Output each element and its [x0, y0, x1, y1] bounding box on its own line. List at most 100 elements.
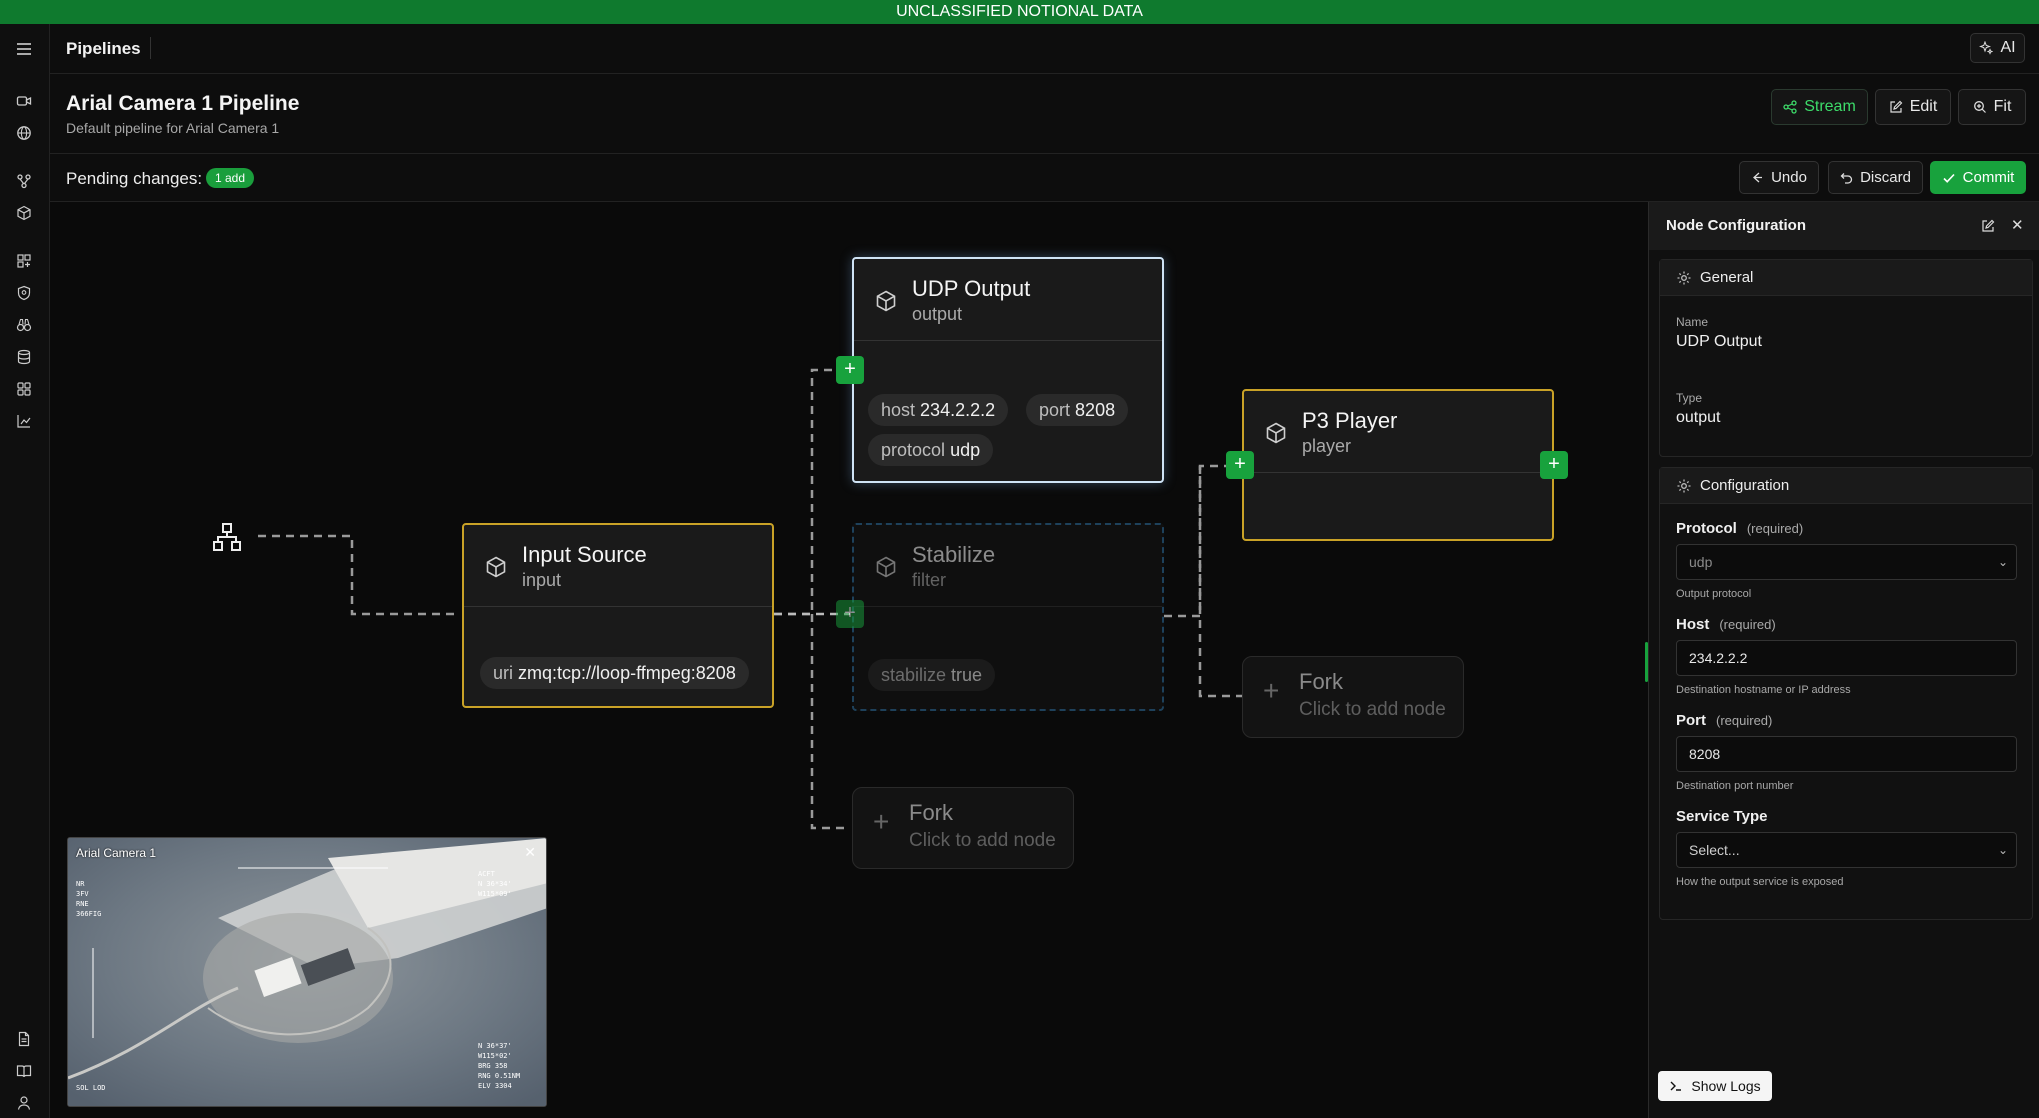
stream-button[interactable]: Stream	[1771, 89, 1868, 125]
title-divider	[150, 37, 151, 59]
preview-title: Arial Camera 1	[76, 846, 157, 860]
node-title: Input Source	[522, 542, 647, 567]
fork-subtitle: Click to add node	[909, 830, 1056, 851]
svg-text:NR: NR	[76, 880, 85, 888]
host-label-text: Host	[1676, 616, 1710, 633]
undo-button[interactable]: Undo	[1739, 161, 1819, 194]
fork-subtitle: Click to add node	[1299, 699, 1446, 720]
binoculars-icon[interactable]	[13, 314, 35, 336]
add-input-button[interactable]: +	[836, 600, 864, 628]
node-type: player	[1302, 436, 1352, 456]
section-header[interactable]: Configuration	[1660, 468, 2032, 504]
node-udp-output[interactable]: UDP Output output host 234.2.2.2 port 82…	[852, 257, 1164, 483]
port-value: 8208	[1689, 746, 1721, 762]
edit-icon[interactable]	[1981, 219, 1995, 233]
fork-add-node[interactable]: + Fork Click to add node	[1242, 656, 1464, 738]
fork-title: Fork	[1299, 669, 1343, 694]
svg-text:RNG 0.51NM: RNG 0.51NM	[478, 1072, 520, 1080]
pending-changes-bar: Pending changes: 1 add Undo Discard Comm…	[50, 154, 2039, 202]
camera-icon[interactable]	[13, 90, 35, 112]
node-type: input	[522, 570, 562, 590]
network-source-icon[interactable]	[212, 522, 242, 552]
node-input-source[interactable]: Input Source input uri zmq:tcp://loop-ff…	[462, 523, 774, 708]
type-label: Type	[1676, 391, 1703, 405]
node-header: P3 Player player	[1244, 391, 1552, 473]
share-icon	[1783, 100, 1797, 114]
node-p3-player[interactable]: P3 Player player	[1242, 389, 1554, 541]
svg-text:N 36*37': N 36*37'	[478, 1042, 512, 1050]
apps-icon[interactable]	[13, 378, 35, 400]
fork-add-node[interactable]: + Fork Click to add node	[852, 787, 1074, 869]
node-title: P3 Player	[1302, 408, 1398, 433]
section-header[interactable]: General	[1660, 260, 2032, 296]
host-help: Destination hostname or IP address	[1676, 684, 1851, 696]
add-input-button[interactable]: +	[1226, 451, 1254, 479]
ai-label: AI	[2000, 39, 2016, 56]
service-type-select[interactable]: Select... ⌄	[1676, 832, 2017, 868]
svg-text:N 36*34': N 36*34'	[478, 880, 512, 888]
user-icon[interactable]	[13, 1092, 35, 1114]
discard-button[interactable]: Discard	[1828, 161, 1923, 194]
close-panel-icon[interactable]: ✕	[2011, 216, 2024, 234]
ai-button[interactable]: AI	[1970, 33, 2025, 63]
cube-icon[interactable]	[13, 202, 35, 224]
sparkle-icon	[1979, 41, 1994, 55]
svg-text:RNE: RNE	[76, 900, 89, 908]
prop-key: uri	[493, 663, 514, 683]
section-title: Configuration	[1700, 477, 1790, 494]
document-icon[interactable]	[13, 1028, 35, 1050]
chevron-down-icon: ⌄	[1997, 843, 2008, 857]
edit-icon	[1890, 100, 1903, 113]
analytics-icon[interactable]	[13, 410, 35, 432]
node-header: UDP Output output	[854, 259, 1162, 341]
close-preview-icon[interactable]: ✕	[524, 844, 536, 861]
svg-text:BRG 358: BRG 358	[478, 1062, 508, 1070]
prop-chip-port: port 8208	[1026, 394, 1129, 426]
top-bar: Pipelines AI	[50, 24, 2039, 74]
prop-chip-uri: uri zmq:tcp://loop-ffmpeg:8208	[480, 657, 749, 689]
add-input-button[interactable]: +	[836, 356, 864, 384]
required-marker: (required)	[1716, 713, 1773, 728]
discard-label: Discard	[1860, 169, 1911, 186]
pending-count-badge: 1 add	[206, 168, 255, 188]
prop-chip-protocol: protocol udp	[868, 434, 994, 466]
required-marker: (required)	[1746, 521, 1804, 536]
node-header: Stabilize filter	[854, 525, 1162, 607]
name-value: UDP Output	[1676, 333, 1762, 350]
undo-label: Undo	[1771, 169, 1807, 186]
commit-button[interactable]: Commit	[1930, 161, 2026, 194]
node-title: Stabilize	[912, 542, 996, 567]
node-configuration-panel: Node Configuration ✕ General Name UDP Ou…	[1645, 202, 2039, 1118]
camera-preview[interactable]: NR 3FV RNE 366FIG ACFT N 36*34' W115*09' N 36…	[67, 837, 547, 1107]
name-label: Name	[1676, 315, 1709, 329]
menu-icon[interactable]	[13, 38, 35, 60]
prop-key: protocol	[881, 440, 946, 460]
undo-icon	[1753, 172, 1763, 183]
protocol-select[interactable]: udp ⌄	[1676, 544, 2017, 580]
node-header: Input Source input	[464, 525, 772, 607]
book-icon[interactable]	[13, 1060, 35, 1082]
database-icon[interactable]	[13, 346, 35, 368]
host-input[interactable]: 234.2.2.2	[1676, 640, 2017, 676]
svg-text:W115*02': W115*02'	[478, 1052, 512, 1060]
service-type-placeholder: Select...	[1689, 842, 1740, 858]
port-label: Port (required)	[1676, 712, 1772, 729]
port-input[interactable]: 8208	[1676, 736, 2017, 772]
globe-icon[interactable]	[13, 122, 35, 144]
pipeline-icon[interactable]	[13, 170, 35, 192]
prop-chip-stabilize: stabilize true	[868, 659, 996, 691]
node-stabilize[interactable]: Stabilize filter stabilize true	[852, 523, 1164, 711]
panel-resize-handle[interactable]	[1645, 642, 1648, 682]
dashboard-icon[interactable]	[13, 250, 35, 272]
show-logs-button[interactable]: Show Logs	[1658, 1071, 1772, 1101]
pipeline-title: Arial Camera 1 Pipeline	[66, 92, 300, 115]
terminal-icon	[1670, 1081, 1682, 1091]
service-type-label-text: Service Type	[1676, 808, 1768, 825]
fit-button[interactable]: Fit	[1958, 89, 2026, 125]
edit-button[interactable]: Edit	[1875, 89, 1951, 125]
shield-icon[interactable]	[13, 282, 35, 304]
prop-value: 234.2.2.2	[920, 400, 996, 420]
prop-key: port	[1039, 400, 1071, 420]
prop-value: true	[951, 665, 983, 685]
add-output-button[interactable]: +	[1540, 451, 1568, 479]
